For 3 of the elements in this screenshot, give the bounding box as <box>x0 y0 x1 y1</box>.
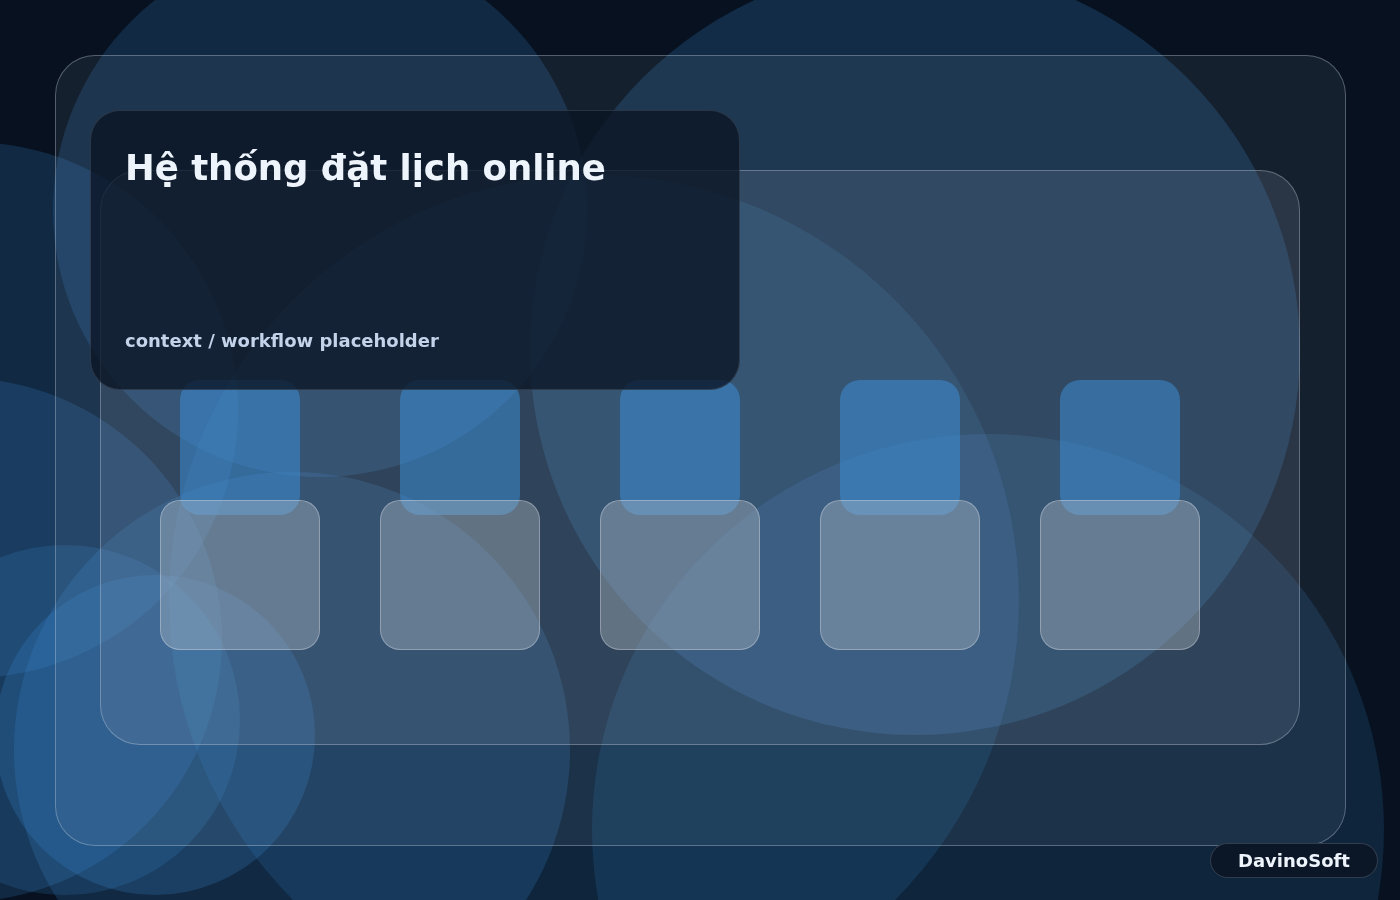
subtitle-text: context / workflow placeholder <box>125 329 439 351</box>
page-title: Hệ thống đặt lịch online <box>125 147 606 190</box>
brand-badge: DavinoSoft <box>1210 843 1378 878</box>
